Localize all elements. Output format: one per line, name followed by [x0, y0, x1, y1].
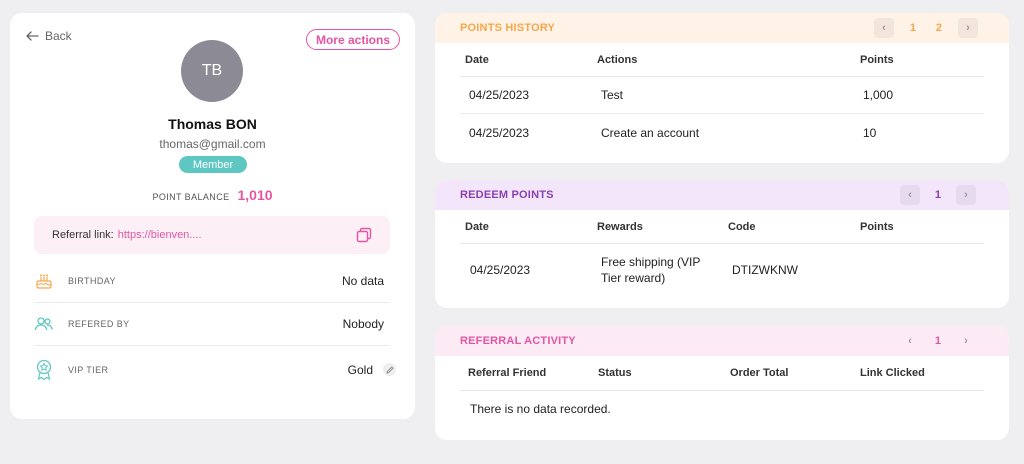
- column-header: Rewards: [597, 220, 643, 233]
- points-history-title: POINTS HISTORY: [460, 22, 556, 34]
- award-icon: [34, 359, 54, 380]
- customer-email: thomas@gmail.com: [159, 137, 266, 151]
- redeem-points-header: REDEEM POINTS ‹ 1 ›: [435, 180, 1009, 210]
- birthday-value: No data: [341, 274, 384, 288]
- empty-state: There is no data recorded.: [460, 391, 984, 427]
- row-date: 04/25/2023: [469, 125, 530, 140]
- row-date: 04/25/2023: [470, 263, 531, 277]
- vip-tier-value: Gold: [347, 362, 373, 377]
- column-header: Code: [728, 220, 756, 233]
- point-balance-value: 1,010: [237, 187, 273, 203]
- column-header: Points: [860, 53, 894, 66]
- referral-activity-card: REFERRAL ACTIVITY ‹ 1 › Referral Friend …: [435, 326, 1009, 440]
- row-reward: Free shipping (VIP Tier reward): [601, 255, 701, 285]
- points-history-header: POINTS HISTORY ‹ 1 2 ›: [435, 13, 1009, 43]
- points-history-card: POINTS HISTORY ‹ 1 2 › Date Actions Poin…: [435, 13, 1009, 163]
- referral-activity-pagination: ‹ 1 ›: [900, 331, 976, 351]
- chevron-left-icon[interactable]: ‹: [900, 185, 920, 205]
- chevron-right-icon[interactable]: ›: [956, 331, 976, 351]
- birthday-cake-icon: [34, 271, 54, 291]
- empty-message: There is no data recorded.: [470, 402, 611, 416]
- customer-name: Thomas BON: [168, 116, 257, 132]
- row-action: Create an account: [601, 125, 700, 140]
- column-header: Date: [465, 220, 489, 233]
- chevron-left-icon[interactable]: ‹: [900, 331, 920, 351]
- referral-link[interactable]: https://bienven....: [118, 229, 202, 241]
- referral-activity-title: REFERRAL ACTIVITY: [460, 335, 576, 347]
- pencil-icon[interactable]: [383, 363, 396, 376]
- back-button[interactable]: Back: [26, 29, 72, 43]
- point-balance: POINT BALANCE 1,010: [10, 187, 415, 203]
- row-action: Test: [601, 88, 624, 102]
- column-header: Order Total: [730, 367, 789, 379]
- vip-tier-label: VIP TIER: [68, 364, 109, 375]
- points-history-pagination: ‹ 1 2 ›: [874, 18, 978, 38]
- row-code: DTIZWKNW: [732, 263, 798, 277]
- column-header: Referral Friend: [468, 367, 547, 379]
- referral-activity-page-1[interactable]: 1: [925, 335, 951, 347]
- column-header: Status: [598, 367, 632, 379]
- column-header: Points: [860, 220, 894, 233]
- referral-link-box: Referral link: https://bienven....: [34, 216, 390, 254]
- points-history-page-1[interactable]: 1: [900, 22, 926, 34]
- table-header: Date Rewards Code Points: [460, 210, 984, 244]
- member-badge: Member: [179, 156, 247, 173]
- row-date: 04/25/2023: [469, 88, 530, 102]
- table-row: 04/25/2023 Create an account 10: [460, 114, 984, 151]
- refered-by-row: REFERED BY Nobody: [34, 303, 390, 346]
- redeem-points-page-1[interactable]: 1: [925, 189, 951, 201]
- referral-label: Referral link:: [52, 229, 114, 241]
- avatar: TB: [181, 40, 243, 102]
- more-actions-button[interactable]: More actions: [306, 29, 400, 50]
- redeem-points-pagination: ‹ 1 ›: [900, 185, 976, 205]
- refered-by-label: REFERED BY: [68, 319, 130, 329]
- row-points: 10: [863, 125, 877, 140]
- birthday-label: BIRTHDAY: [68, 276, 116, 286]
- profile-card: Back More actions TB Thomas BON thomas@g…: [10, 13, 415, 419]
- refered-by-value: Nobody: [342, 317, 384, 331]
- redeem-points-card: REDEEM POINTS ‹ 1 › Date Rewards Code Po…: [435, 180, 1009, 308]
- chevron-left-icon[interactable]: ‹: [874, 18, 894, 38]
- back-label: Back: [45, 29, 72, 43]
- birthday-row: BIRTHDAY No data: [34, 260, 390, 303]
- referral-activity-header: REFERRAL ACTIVITY ‹ 1 ›: [435, 326, 1009, 356]
- copy-icon[interactable]: [356, 227, 372, 243]
- redeem-points-title: REDEEM POINTS: [460, 189, 554, 201]
- users-icon: [34, 314, 54, 334]
- table-row: 04/25/2023 Free shipping (VIP Tier rewar…: [460, 244, 984, 296]
- vip-tier-row: VIP TIER Gold: [34, 348, 396, 391]
- row-points: 1,000: [863, 88, 894, 102]
- column-header: Link Clicked: [860, 367, 925, 379]
- column-header: Date: [465, 53, 489, 66]
- table-header: Date Actions Points: [460, 43, 984, 77]
- arrow-left-icon: [26, 31, 39, 41]
- table-row: 04/25/2023 Test 1,000: [460, 77, 984, 114]
- column-header: Actions: [597, 53, 638, 66]
- table-header: Referral Friend Status Order Total Link …: [460, 356, 984, 391]
- chevron-right-icon[interactable]: ›: [958, 18, 978, 38]
- chevron-right-icon[interactable]: ›: [956, 185, 976, 205]
- points-history-page-2[interactable]: 2: [926, 22, 952, 34]
- point-balance-label: POINT BALANCE: [152, 192, 230, 202]
